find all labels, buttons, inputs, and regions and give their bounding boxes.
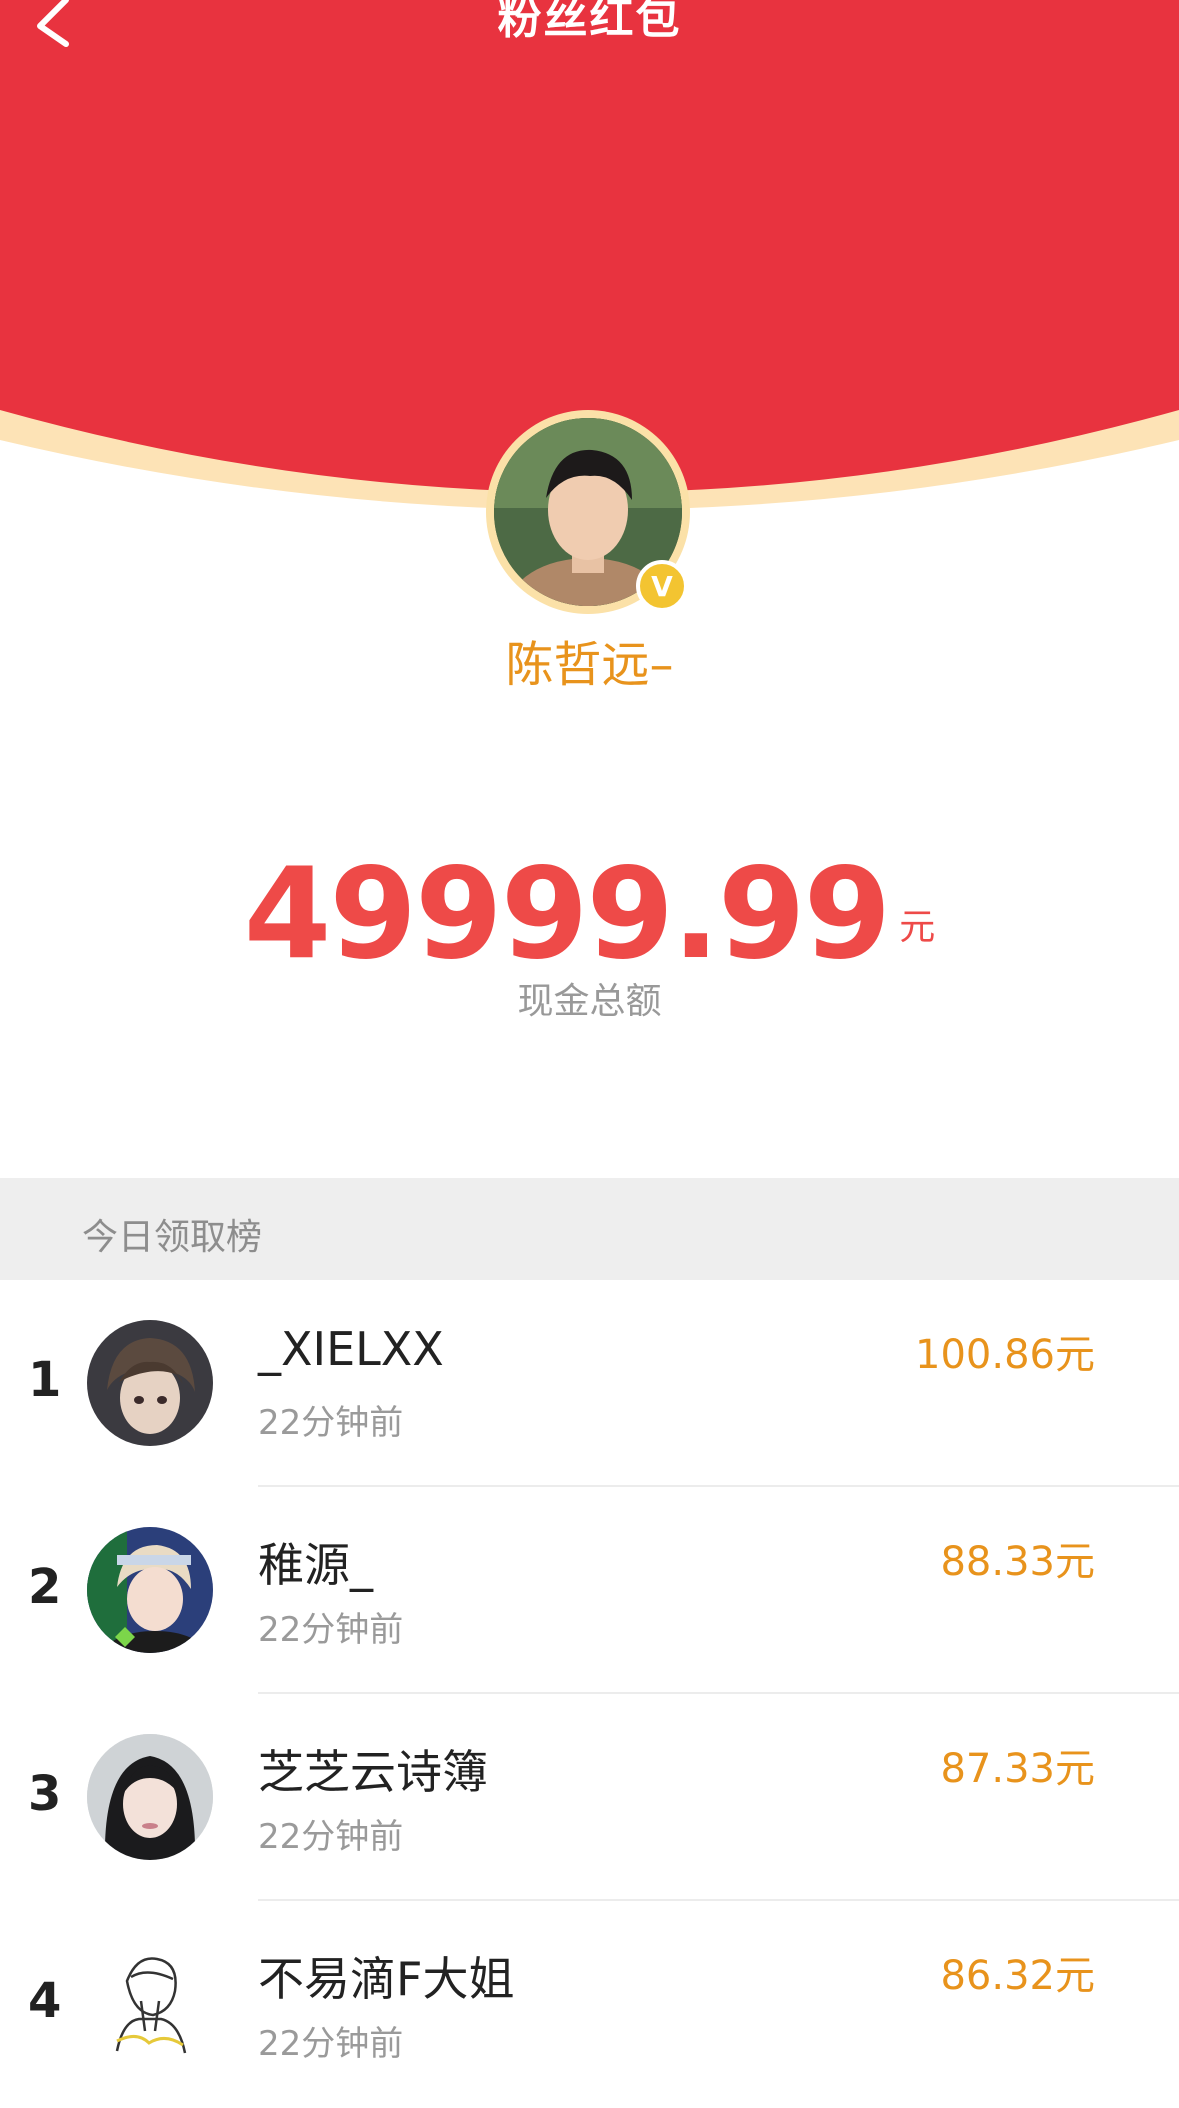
user-avatar[interactable] xyxy=(87,1320,213,1446)
ranking-row[interactable]: 4 不易滴F大姐 22分钟前 86.32元 xyxy=(0,1901,1179,2108)
user-name: 不易滴F大姐 xyxy=(258,1952,515,2006)
claim-amount: 100.86元 xyxy=(915,1332,1095,1378)
ranking-list: 1 _XIELXX 22分钟前 100.86元 2 稚源_ 22分钟前 88.3… xyxy=(0,1280,1179,2108)
verified-v-badge-icon: V xyxy=(636,560,688,612)
user-name: 稚源_ xyxy=(258,1538,373,1592)
amount-unit: 元 xyxy=(899,907,936,948)
total-amount: 49999.99 元 xyxy=(0,840,1179,987)
user-name: _XIELXX xyxy=(258,1322,444,1376)
rank-number: 1 xyxy=(28,1352,62,1408)
user-avatar[interactable] xyxy=(87,1527,213,1653)
ranking-row[interactable]: 3 芝芝云诗簿 22分钟前 87.33元 xyxy=(0,1694,1179,1901)
amount-value: 49999.99 xyxy=(243,840,892,987)
user-avatar[interactable] xyxy=(87,1941,213,2067)
rank-number: 2 xyxy=(28,1559,62,1615)
rank-number: 4 xyxy=(28,1973,62,2029)
claim-time: 22分钟前 xyxy=(258,1403,404,1443)
page-title: 粉丝红包 xyxy=(497,0,682,44)
amount-label: 现金总额 xyxy=(517,981,662,1022)
user-name: 芝芝云诗簿 xyxy=(258,1745,488,1799)
ranking-row[interactable]: 2 稚源_ 22分钟前 88.33元 xyxy=(0,1487,1179,1694)
claim-time: 22分钟前 xyxy=(258,1817,404,1857)
claim-amount: 88.33元 xyxy=(940,1539,1095,1585)
claim-amount: 86.32元 xyxy=(940,1953,1095,1999)
ranking-title: 今日领取榜 xyxy=(82,1217,263,1258)
host-name[interactable]: 陈哲远– xyxy=(0,625,1179,695)
claim-time: 22分钟前 xyxy=(258,1610,404,1650)
claim-amount: 87.33元 xyxy=(940,1746,1095,1792)
ranking-row[interactable]: 1 _XIELXX 22分钟前 100.86元 xyxy=(0,1280,1179,1487)
rank-number: 3 xyxy=(28,1766,62,1822)
ranking-section-header: 今日领取榜 xyxy=(0,1178,1179,1280)
user-avatar[interactable] xyxy=(87,1734,213,1860)
claim-time: 22分钟前 xyxy=(258,2024,404,2064)
